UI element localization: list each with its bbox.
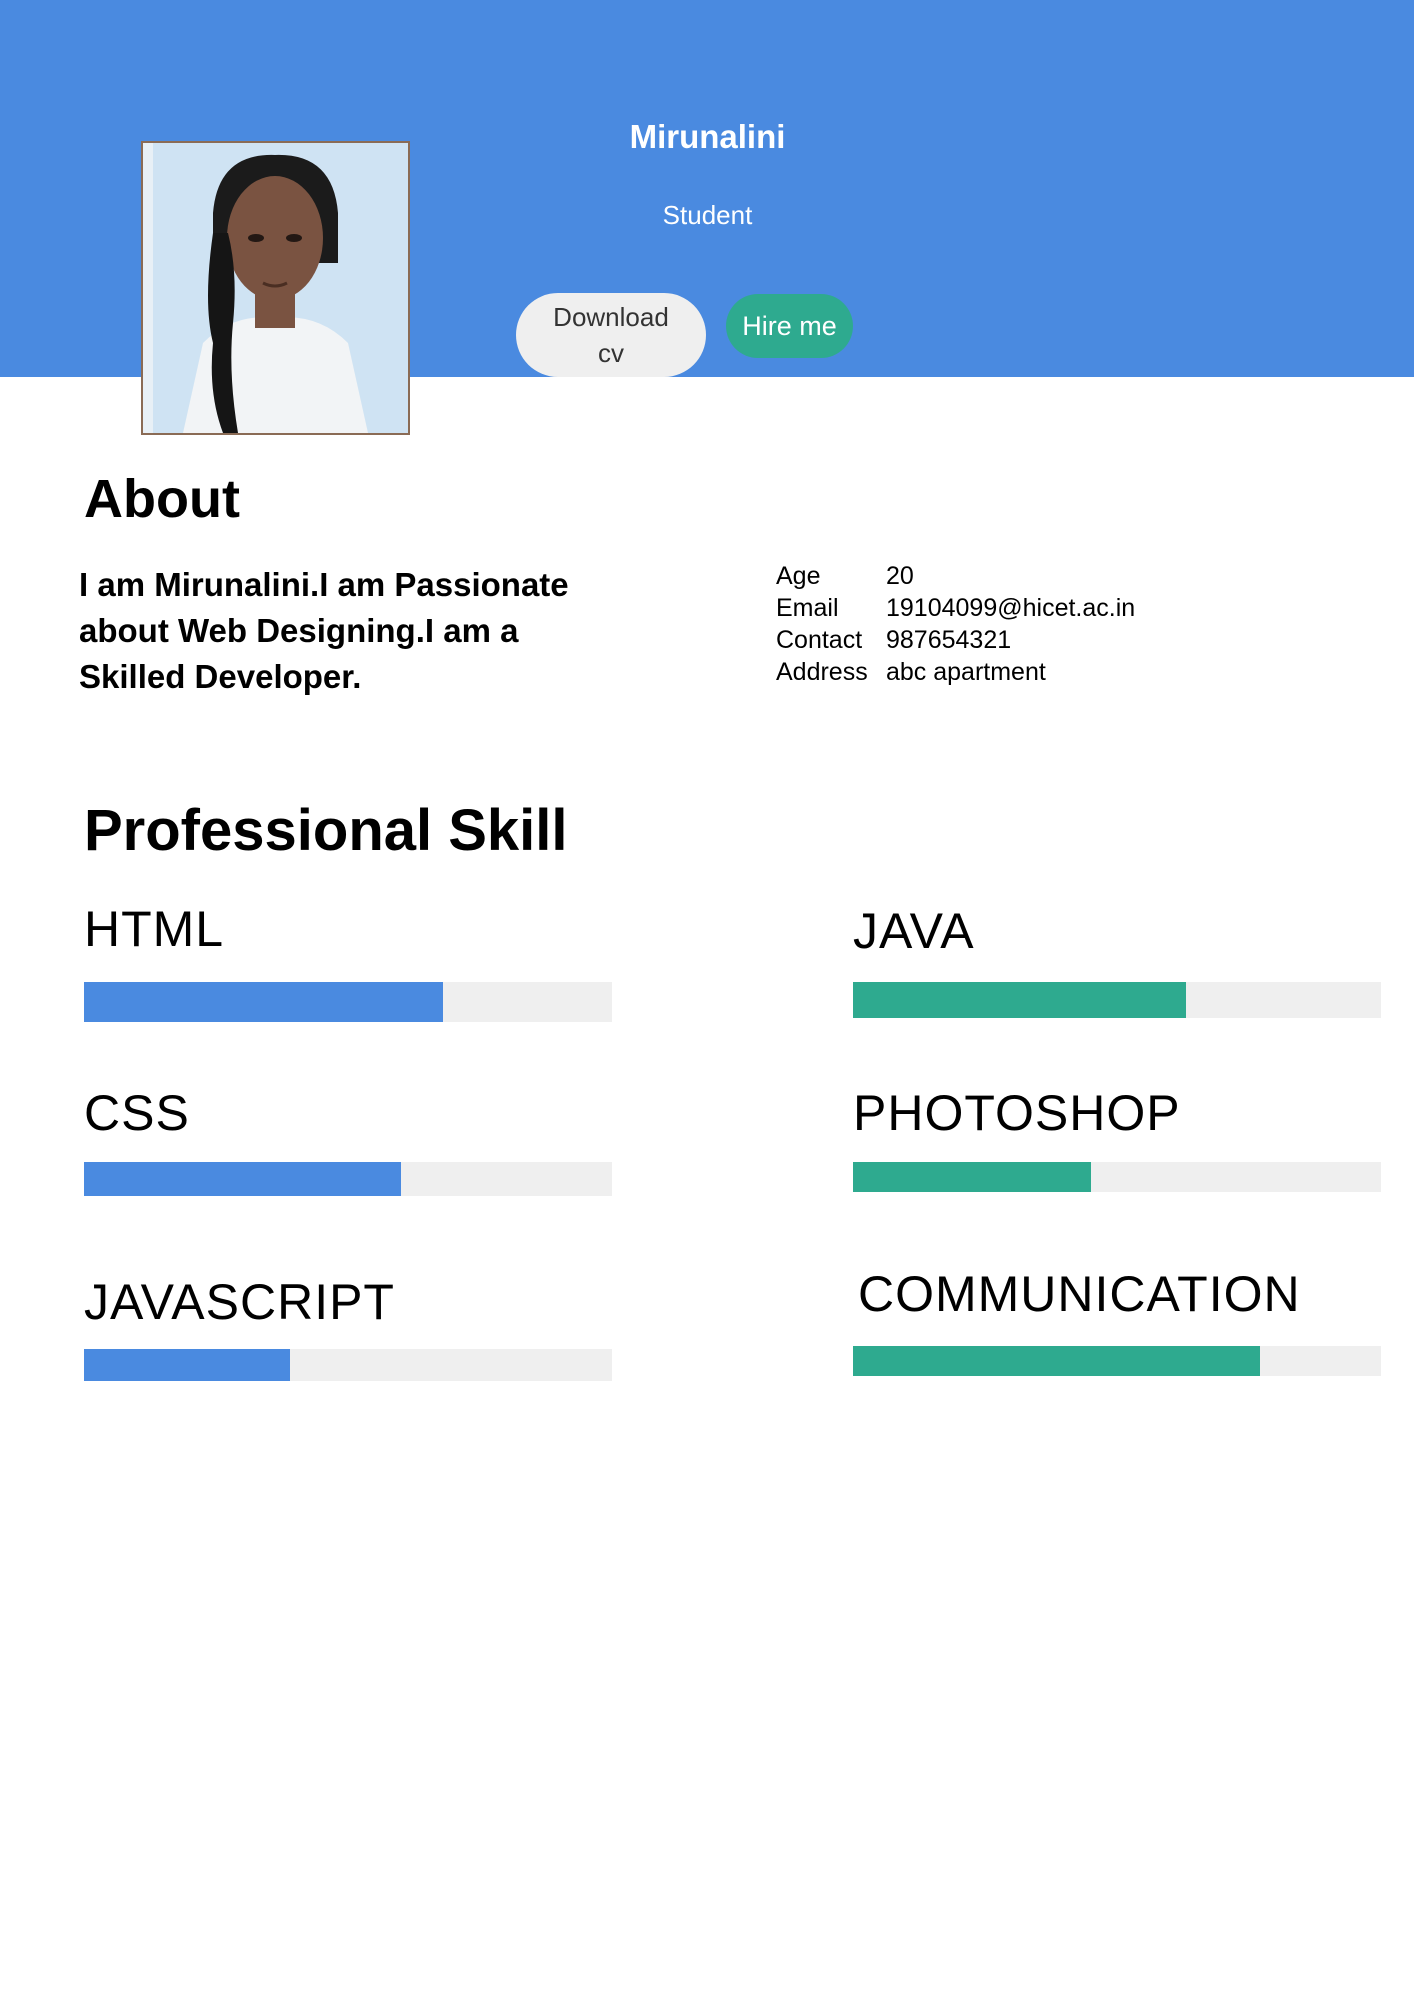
download-cv-button[interactable]: Download cv xyxy=(516,293,706,377)
info-value: 19104099@hicet.ac.in xyxy=(886,594,1136,622)
skill-fill-java xyxy=(853,982,1186,1018)
hire-me-button[interactable]: Hire me xyxy=(726,294,853,358)
skills-heading: Professional Skill xyxy=(84,798,568,863)
skill-name-communication: COMMUNICATION xyxy=(858,1266,1301,1322)
info-label: Email xyxy=(776,594,839,622)
skill-fill-communication xyxy=(853,1346,1260,1376)
skill-fill-photoshop xyxy=(853,1162,1091,1192)
skill-bar-communication xyxy=(853,1346,1381,1376)
info-row-contact: Contact 987654321 xyxy=(776,624,1135,656)
personal-info: Age 20 Email 19104099@hicet.ac.in Contac… xyxy=(776,560,1135,688)
profile-photo xyxy=(141,141,410,435)
about-text: I am Mirunalini.I am Passionate about We… xyxy=(79,566,569,695)
skill-bar-javascript xyxy=(84,1349,612,1381)
skill-bar-java xyxy=(853,982,1381,1018)
skill-name-css: CSS xyxy=(84,1085,190,1141)
skill-name-photoshop: PHOTOSHOP xyxy=(853,1085,1181,1141)
profile-name: Mirunalini xyxy=(629,118,786,155)
info-row-address: Address abc apartment xyxy=(776,656,1135,688)
about-heading: About xyxy=(84,469,240,529)
info-row-email: Email 19104099@hicet.ac.in xyxy=(776,592,1135,624)
skill-bar-html xyxy=(84,982,612,1022)
info-value: 987654321 xyxy=(886,626,1012,654)
skill-fill-html xyxy=(84,982,444,1022)
download-cv-label: Download cv xyxy=(553,302,669,368)
skill-name-javascript: JAVASCRIPT xyxy=(84,1274,395,1330)
skill-fill-javascript xyxy=(84,1349,290,1381)
skill-bar-photoshop xyxy=(853,1162,1381,1192)
skill-bar-css xyxy=(84,1162,612,1196)
info-label: Age xyxy=(776,562,821,590)
info-label: Address xyxy=(776,658,868,686)
info-row-age: Age 20 xyxy=(776,560,1135,592)
info-value: abc apartment xyxy=(886,658,1046,686)
profile-role: Student xyxy=(662,200,753,230)
info-label: Contact xyxy=(776,626,863,654)
skill-fill-css xyxy=(84,1162,401,1196)
info-value: 20 xyxy=(886,562,914,590)
skill-name-java: JAVA xyxy=(853,903,975,959)
skill-name-html: HTML xyxy=(84,901,225,957)
